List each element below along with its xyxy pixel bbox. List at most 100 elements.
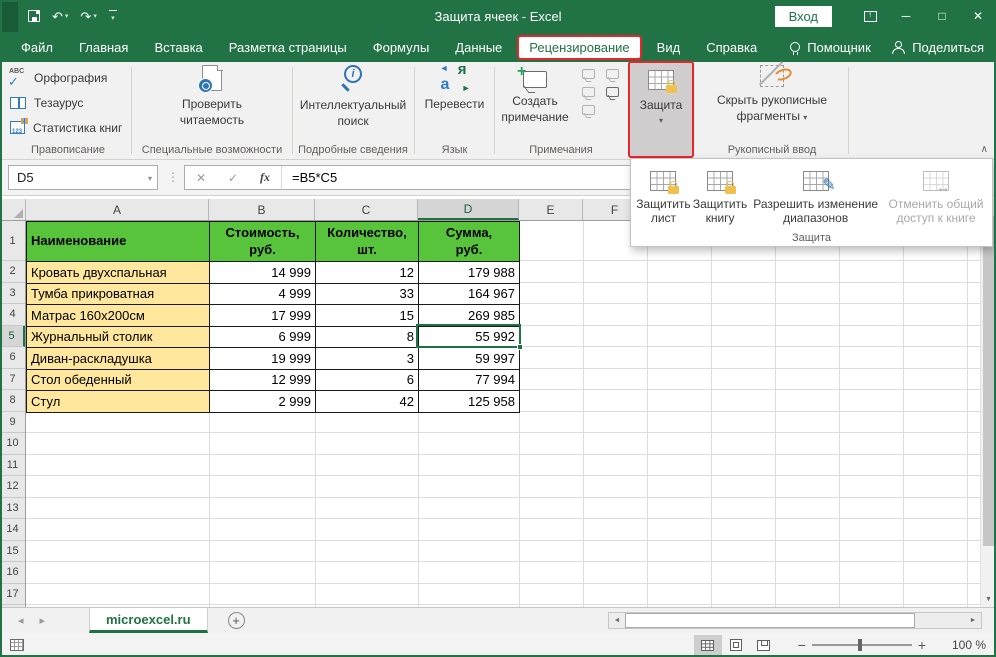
cell-c6[interactable]: 3 — [316, 348, 419, 370]
header-cell-name[interactable]: Наименование — [27, 222, 210, 262]
thesaurus-button[interactable]: Тезаурус — [6, 90, 130, 115]
header-cell-sum[interactable]: Сумма, руб. — [419, 222, 520, 262]
horizontal-scrollbar[interactable]: ◄ ► — [608, 612, 982, 629]
translate-button[interactable]: ◄а я► Перевести — [416, 65, 493, 113]
row-header-8[interactable]: 8 — [0, 390, 25, 412]
smart-lookup-button[interactable]: i Интеллектуальный поиск — [294, 65, 412, 129]
vertical-scrollbar[interactable]: ▲ ▼ — [980, 199, 996, 607]
tab-view[interactable]: Вид — [644, 34, 694, 61]
close-button[interactable]: ✕ — [960, 0, 996, 32]
row-header-3[interactable]: 3 — [0, 283, 25, 305]
spelling-button[interactable]: ABC✓ Орфография — [6, 65, 130, 90]
scroll-right-icon[interactable]: ► — [965, 613, 981, 628]
cell-d2[interactable]: 179 988 — [419, 262, 520, 284]
cell-c2[interactable]: 12 — [316, 262, 419, 284]
protect-sheet-menu-item[interactable]: Защитить лист — [636, 164, 691, 226]
formula-bar-resize-icon[interactable]: ⋮ — [167, 170, 179, 184]
active-cell-selection-d5[interactable] — [416, 324, 521, 349]
collapse-ribbon-button[interactable]: ∧ — [981, 144, 988, 155]
column-header-d-selected[interactable]: D — [418, 199, 519, 220]
zoom-level[interactable]: 100 % — [938, 638, 986, 652]
cell-b4[interactable]: 17 999 — [210, 305, 316, 327]
row-header-2[interactable]: 2 — [0, 261, 25, 283]
next-comment-icon[interactable] — [582, 105, 595, 115]
cell-b5[interactable]: 6 999 — [210, 326, 316, 348]
redo-button[interactable]: ↷▾ — [80, 10, 96, 23]
tab-file[interactable]: Файл — [8, 34, 66, 61]
row-header-11[interactable]: 11 — [0, 455, 25, 477]
tab-review-active-highlighted[interactable]: Рецензирование — [517, 35, 641, 60]
minimize-button[interactable]: ─ — [888, 0, 924, 32]
zoom-slider-thumb[interactable] — [858, 639, 862, 651]
protect-workbook-menu-item[interactable]: Защитить книгу — [691, 164, 749, 226]
column-header-a[interactable]: A — [26, 199, 209, 220]
cell-d7[interactable]: 77 994 — [419, 369, 520, 391]
cell-c7[interactable]: 6 — [316, 369, 419, 391]
header-cell-qty[interactable]: Количество, шт. — [316, 222, 419, 262]
row-header-10[interactable]: 10 — [0, 433, 25, 455]
cell-a7[interactable]: Стол обеденный — [27, 369, 210, 391]
previous-comment-icon[interactable] — [582, 87, 595, 97]
cell-c8[interactable]: 42 — [316, 391, 419, 413]
cell-c3[interactable]: 33 — [316, 283, 419, 305]
page-break-view-button[interactable] — [750, 635, 778, 655]
sheet-tab-active[interactable]: microexcel.ru — [89, 608, 208, 633]
cell-c4[interactable]: 15 — [316, 305, 419, 327]
new-sheet-button[interactable]: + — [228, 612, 245, 629]
cell-b6[interactable]: 19 999 — [210, 348, 316, 370]
page-layout-view-button[interactable] — [722, 635, 750, 655]
cell-a6[interactable]: Диван-раскладушка — [27, 348, 210, 370]
header-cell-price[interactable]: Стоимость, руб. — [210, 222, 316, 262]
maximize-button[interactable]: □ — [924, 0, 960, 32]
cell-b2[interactable]: 14 999 — [210, 262, 316, 284]
row-header-9[interactable]: 9 — [0, 412, 25, 434]
next-sheet-icon[interactable]: ▸ — [40, 614, 46, 627]
cell-b8[interactable]: 2 999 — [210, 391, 316, 413]
signin-button[interactable]: Вход — [775, 6, 832, 27]
column-header-b[interactable]: B — [209, 199, 315, 220]
row-header-17[interactable]: 17 — [0, 584, 25, 606]
row-header-5-selected[interactable]: 5 — [0, 326, 25, 348]
cancel-button[interactable]: ✕ — [185, 171, 217, 185]
name-box[interactable]: D5 ▾ — [8, 165, 158, 190]
protect-button-highlighted[interactable]: Защита ▾ — [628, 61, 694, 158]
cell-a5[interactable]: Журнальный столик — [27, 326, 210, 348]
ink-comment-icon[interactable] — [606, 69, 619, 79]
zoom-slider[interactable] — [812, 644, 912, 646]
tab-page-layout[interactable]: Разметка страницы — [216, 34, 360, 61]
tab-data[interactable]: Данные — [442, 34, 515, 61]
undo-button[interactable]: ↶▾ — [52, 10, 68, 23]
row-header-13[interactable]: 13 — [0, 498, 25, 520]
horizontal-scrollbar-thumb[interactable] — [625, 613, 915, 628]
zoom-out-button[interactable]: − — [792, 637, 812, 653]
row-header-6[interactable]: 6 — [0, 347, 25, 369]
cell-d6[interactable]: 59 997 — [419, 348, 520, 370]
vertical-scrollbar-thumb[interactable] — [983, 216, 994, 546]
horizontal-scrollbar-track[interactable] — [915, 613, 965, 628]
zoom-in-button[interactable]: + — [912, 637, 932, 653]
accessibility-status-icon[interactable] — [10, 639, 24, 651]
tab-help[interactable]: Справка — [693, 34, 770, 61]
assistant-tab[interactable]: Помощник — [790, 40, 871, 55]
tab-insert[interactable]: Вставка — [141, 34, 215, 61]
cell-a2[interactable]: Кровать двухспальная — [27, 262, 210, 284]
cell-a4[interactable]: Матрас 160х200см — [27, 305, 210, 327]
new-comment-button[interactable]: + Создать примечание — [496, 65, 574, 125]
row-header-14[interactable]: 14 — [0, 519, 25, 541]
previous-sheet-icon[interactable]: ◂ — [18, 614, 24, 627]
enter-button[interactable]: ✓ — [217, 171, 249, 185]
column-header-c[interactable]: C — [315, 199, 418, 220]
insert-function-button[interactable]: fx — [249, 170, 281, 185]
allow-edit-ranges-menu-item[interactable]: ✎ Разрешить изменение диапазонов — [749, 164, 882, 226]
cell-b3[interactable]: 4 999 — [210, 283, 316, 305]
row-header-16[interactable]: 16 — [0, 562, 25, 584]
cell-b7[interactable]: 12 999 — [210, 369, 316, 391]
scroll-down-icon[interactable]: ▼ — [981, 592, 996, 607]
tab-formulas[interactable]: Формулы — [360, 34, 443, 61]
check-accessibility-button[interactable]: Проверить читаемость — [133, 65, 291, 128]
show-comments-icon[interactable] — [606, 87, 619, 97]
row-header-12[interactable]: 12 — [0, 476, 25, 498]
cell-d3[interactable]: 164 967 — [419, 283, 520, 305]
cell-d8[interactable]: 125 958 — [419, 391, 520, 413]
row-header-4[interactable]: 4 — [0, 304, 25, 326]
